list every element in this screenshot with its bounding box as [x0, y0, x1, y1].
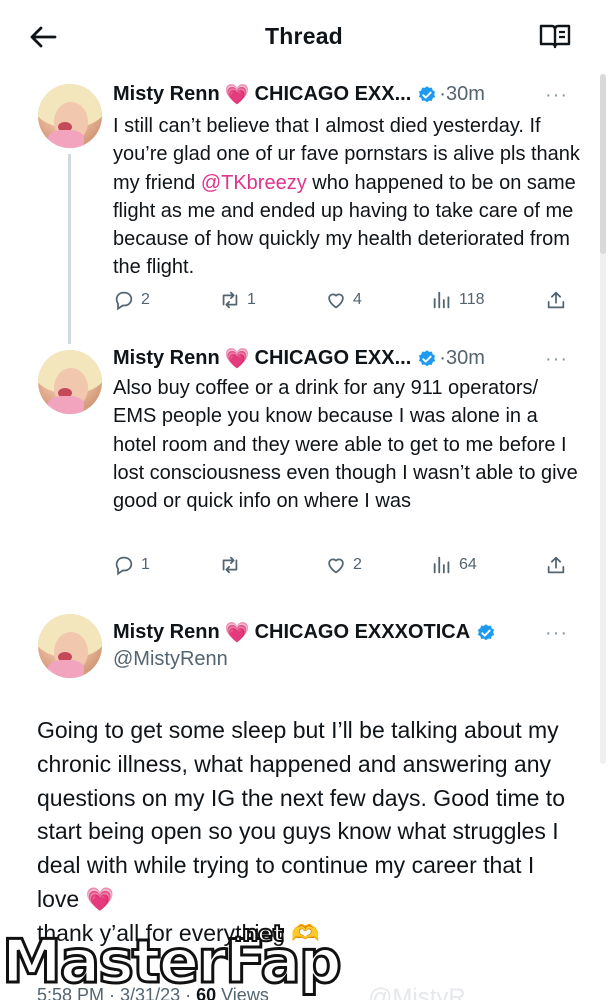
- share-icon: [547, 291, 565, 309]
- reply-tweet[interactable]: Misty Renn 💗 CHICAGO EXX... ·30m ··· I s…: [0, 74, 608, 344]
- thread-line: [68, 154, 71, 344]
- retweet-icon: [222, 556, 238, 574]
- like-button[interactable]: 2: [325, 554, 362, 576]
- author-name-suffix[interactable]: CHICAGO EXXXOTICA: [255, 621, 471, 644]
- more-icon[interactable]: ···: [545, 622, 568, 645]
- retweet-count: 1: [247, 291, 256, 308]
- reply-icon: [115, 291, 133, 311]
- heart-emoji: 💗: [224, 348, 250, 370]
- heart-icon: [328, 558, 344, 574]
- watermark-text: MasterFap: [1, 927, 344, 997]
- tweet-text: Going to get some sleep but I’ll be talk…: [37, 717, 565, 946]
- avatar[interactable]: [38, 84, 102, 148]
- share-button[interactable]: [545, 289, 567, 311]
- author-name-suffix[interactable]: CHICAGO EXX...: [255, 347, 412, 370]
- retweet-icon: [222, 291, 238, 309]
- verified-badge-icon: [419, 85, 436, 102]
- share-button[interactable]: [545, 554, 567, 576]
- heart-emoji: 💗: [224, 622, 250, 644]
- author-name[interactable]: Misty Renn: [113, 83, 220, 106]
- top-bar: Thread: [0, 0, 608, 74]
- like-count: 4: [353, 291, 362, 308]
- retweet-button[interactable]: [219, 554, 247, 576]
- tweet-text: Also buy coffee or a drink for any 911 o…: [113, 377, 578, 513]
- reply-count: 1: [141, 556, 150, 573]
- like-count: 2: [353, 556, 362, 573]
- more-icon[interactable]: ···: [545, 348, 568, 371]
- share-icon: [547, 556, 565, 574]
- action-bar: 1 2 64: [113, 554, 573, 578]
- timestamp[interactable]: ·30m: [439, 83, 485, 106]
- page-title: Thread: [265, 22, 343, 49]
- views-button[interactable]: 64: [431, 554, 477, 576]
- verified-badge-icon: [478, 623, 495, 640]
- reply-button[interactable]: 1: [113, 554, 150, 576]
- reply-button[interactable]: 2: [113, 289, 150, 311]
- author-name[interactable]: Misty Renn: [113, 347, 220, 370]
- views-icon: [433, 291, 450, 309]
- retweet-button[interactable]: 1: [219, 289, 256, 311]
- views-count: 64: [459, 556, 477, 573]
- ghost-handle: @MistyR...: [368, 984, 486, 1000]
- avatar[interactable]: [38, 614, 102, 678]
- heart-emoji: 💗: [85, 885, 115, 912]
- verified-badge-icon: [419, 349, 436, 366]
- more-icon[interactable]: ···: [545, 84, 568, 107]
- reply-tweet[interactable]: Misty Renn 💗 CHICAGO EXX... ·30m ··· Als…: [0, 344, 608, 604]
- views-icon: [433, 556, 450, 574]
- author-row: Misty Renn 💗 CHICAGO EXXXOTICA: [113, 620, 496, 645]
- author-name-suffix[interactable]: CHICAGO EXX...: [255, 83, 412, 106]
- author-name[interactable]: Misty Renn: [113, 621, 220, 644]
- heart-icon: [328, 293, 344, 309]
- watermark-tld: .net: [233, 921, 284, 948]
- views-count: 118: [459, 291, 485, 308]
- action-bar: 2 1 4 118: [113, 289, 573, 313]
- reply-count: 2: [141, 291, 150, 308]
- arrow-left-icon[interactable]: [28, 22, 58, 52]
- reply-icon: [115, 556, 133, 576]
- author-handle[interactable]: @MistyRenn: [113, 648, 228, 671]
- author-row: Misty Renn 💗 CHICAGO EXX... ·30m: [113, 82, 485, 107]
- heart-emoji: 💗: [224, 84, 250, 106]
- views-button[interactable]: 118: [431, 289, 485, 311]
- avatar[interactable]: [38, 350, 102, 414]
- author-row: Misty Renn 💗 CHICAGO EXX... ·30m: [113, 346, 485, 371]
- watermark: MasterFap .net: [0, 921, 344, 1000]
- like-button[interactable]: 4: [325, 289, 362, 311]
- timestamp[interactable]: ·30m: [439, 347, 485, 370]
- mention-link[interactable]: @TKbreezy: [201, 172, 307, 194]
- tweet-text: I still can’t believe that I almost died…: [113, 115, 580, 279]
- book-icon[interactable]: [538, 22, 572, 52]
